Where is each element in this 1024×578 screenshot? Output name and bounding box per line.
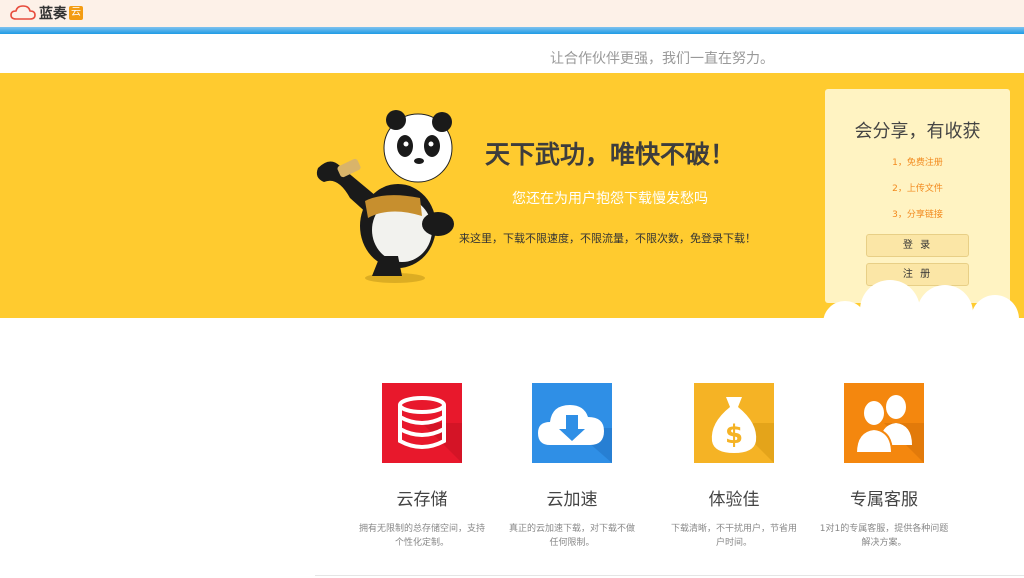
step-share: 3，分享链接 bbox=[892, 210, 943, 220]
feature-title: 体验佳 bbox=[708, 490, 760, 510]
slogan: 让合作伙伴更强，我们一直在努力。 bbox=[550, 51, 774, 67]
banner-headline: 天下武功，唯快不破！ bbox=[484, 140, 735, 169]
database-icon bbox=[382, 383, 462, 463]
login-panel: 会分享，有收获 1，免费注册 2，上传文件 3，分享链接 登 录 注 册 bbox=[825, 89, 1010, 303]
footer-divider bbox=[315, 575, 1024, 576]
top-bar: 蓝奏 云 bbox=[0, 0, 1024, 27]
step-register: 1，免费注册 bbox=[892, 158, 943, 168]
feature-cloud-acceleration: 云加速 真正的云加速下载，对下载不做任何限制。 bbox=[497, 383, 647, 550]
step-upload: 2，上传文件 bbox=[892, 184, 943, 194]
banner-subline: 您还在为用户抱怨下载慢发愁吗 bbox=[512, 191, 708, 207]
header-divider bbox=[0, 27, 1024, 34]
svg-text:$: $ bbox=[725, 420, 743, 450]
cloud-logo-icon bbox=[10, 5, 36, 20]
feature-cloud-storage: 云存储 拥有无限制的总存储空间，支持个性化定制。 bbox=[347, 383, 497, 550]
feature-text: 真正的云加速下载，对下载不做任何限制。 bbox=[508, 524, 635, 548]
cloud-decoration-icon bbox=[815, 280, 1024, 335]
feature-experience: $ 体验佳 下载清晰，不干扰用户，节省用户时间。 bbox=[659, 383, 809, 550]
money-bag-icon: $ bbox=[694, 383, 774, 463]
login-panel-title: 会分享，有收获 bbox=[854, 121, 981, 142]
feature-customer-service: 专属客服 1对1的专属客服，提供各种问题解决方案。 bbox=[809, 383, 959, 550]
cloud-download-icon bbox=[532, 383, 612, 463]
feature-text: 拥有无限制的总存储空间，支持个性化定制。 bbox=[358, 524, 485, 548]
banner-description: 来这里，下载不限速度，不限流量，不限次数，免登录下载！ bbox=[459, 232, 756, 245]
kungfu-panda-illustration bbox=[316, 110, 454, 283]
site-logo[interactable]: 蓝奏 云 bbox=[10, 3, 83, 23]
logo-text: 蓝奏 bbox=[39, 6, 67, 22]
feature-text: 下载清晰，不干扰用户，节省用户时间。 bbox=[670, 524, 797, 548]
customer-service-icon bbox=[844, 383, 924, 463]
logo-badge: 云 bbox=[69, 6, 83, 20]
feature-title: 云存储 bbox=[396, 490, 448, 510]
feature-title: 云加速 bbox=[546, 490, 598, 510]
feature-title: 专属客服 bbox=[850, 490, 918, 510]
feature-text: 1对1的专属客服，提供各种问题解决方案。 bbox=[819, 524, 949, 548]
login-button[interactable]: 登 录 bbox=[866, 234, 969, 257]
